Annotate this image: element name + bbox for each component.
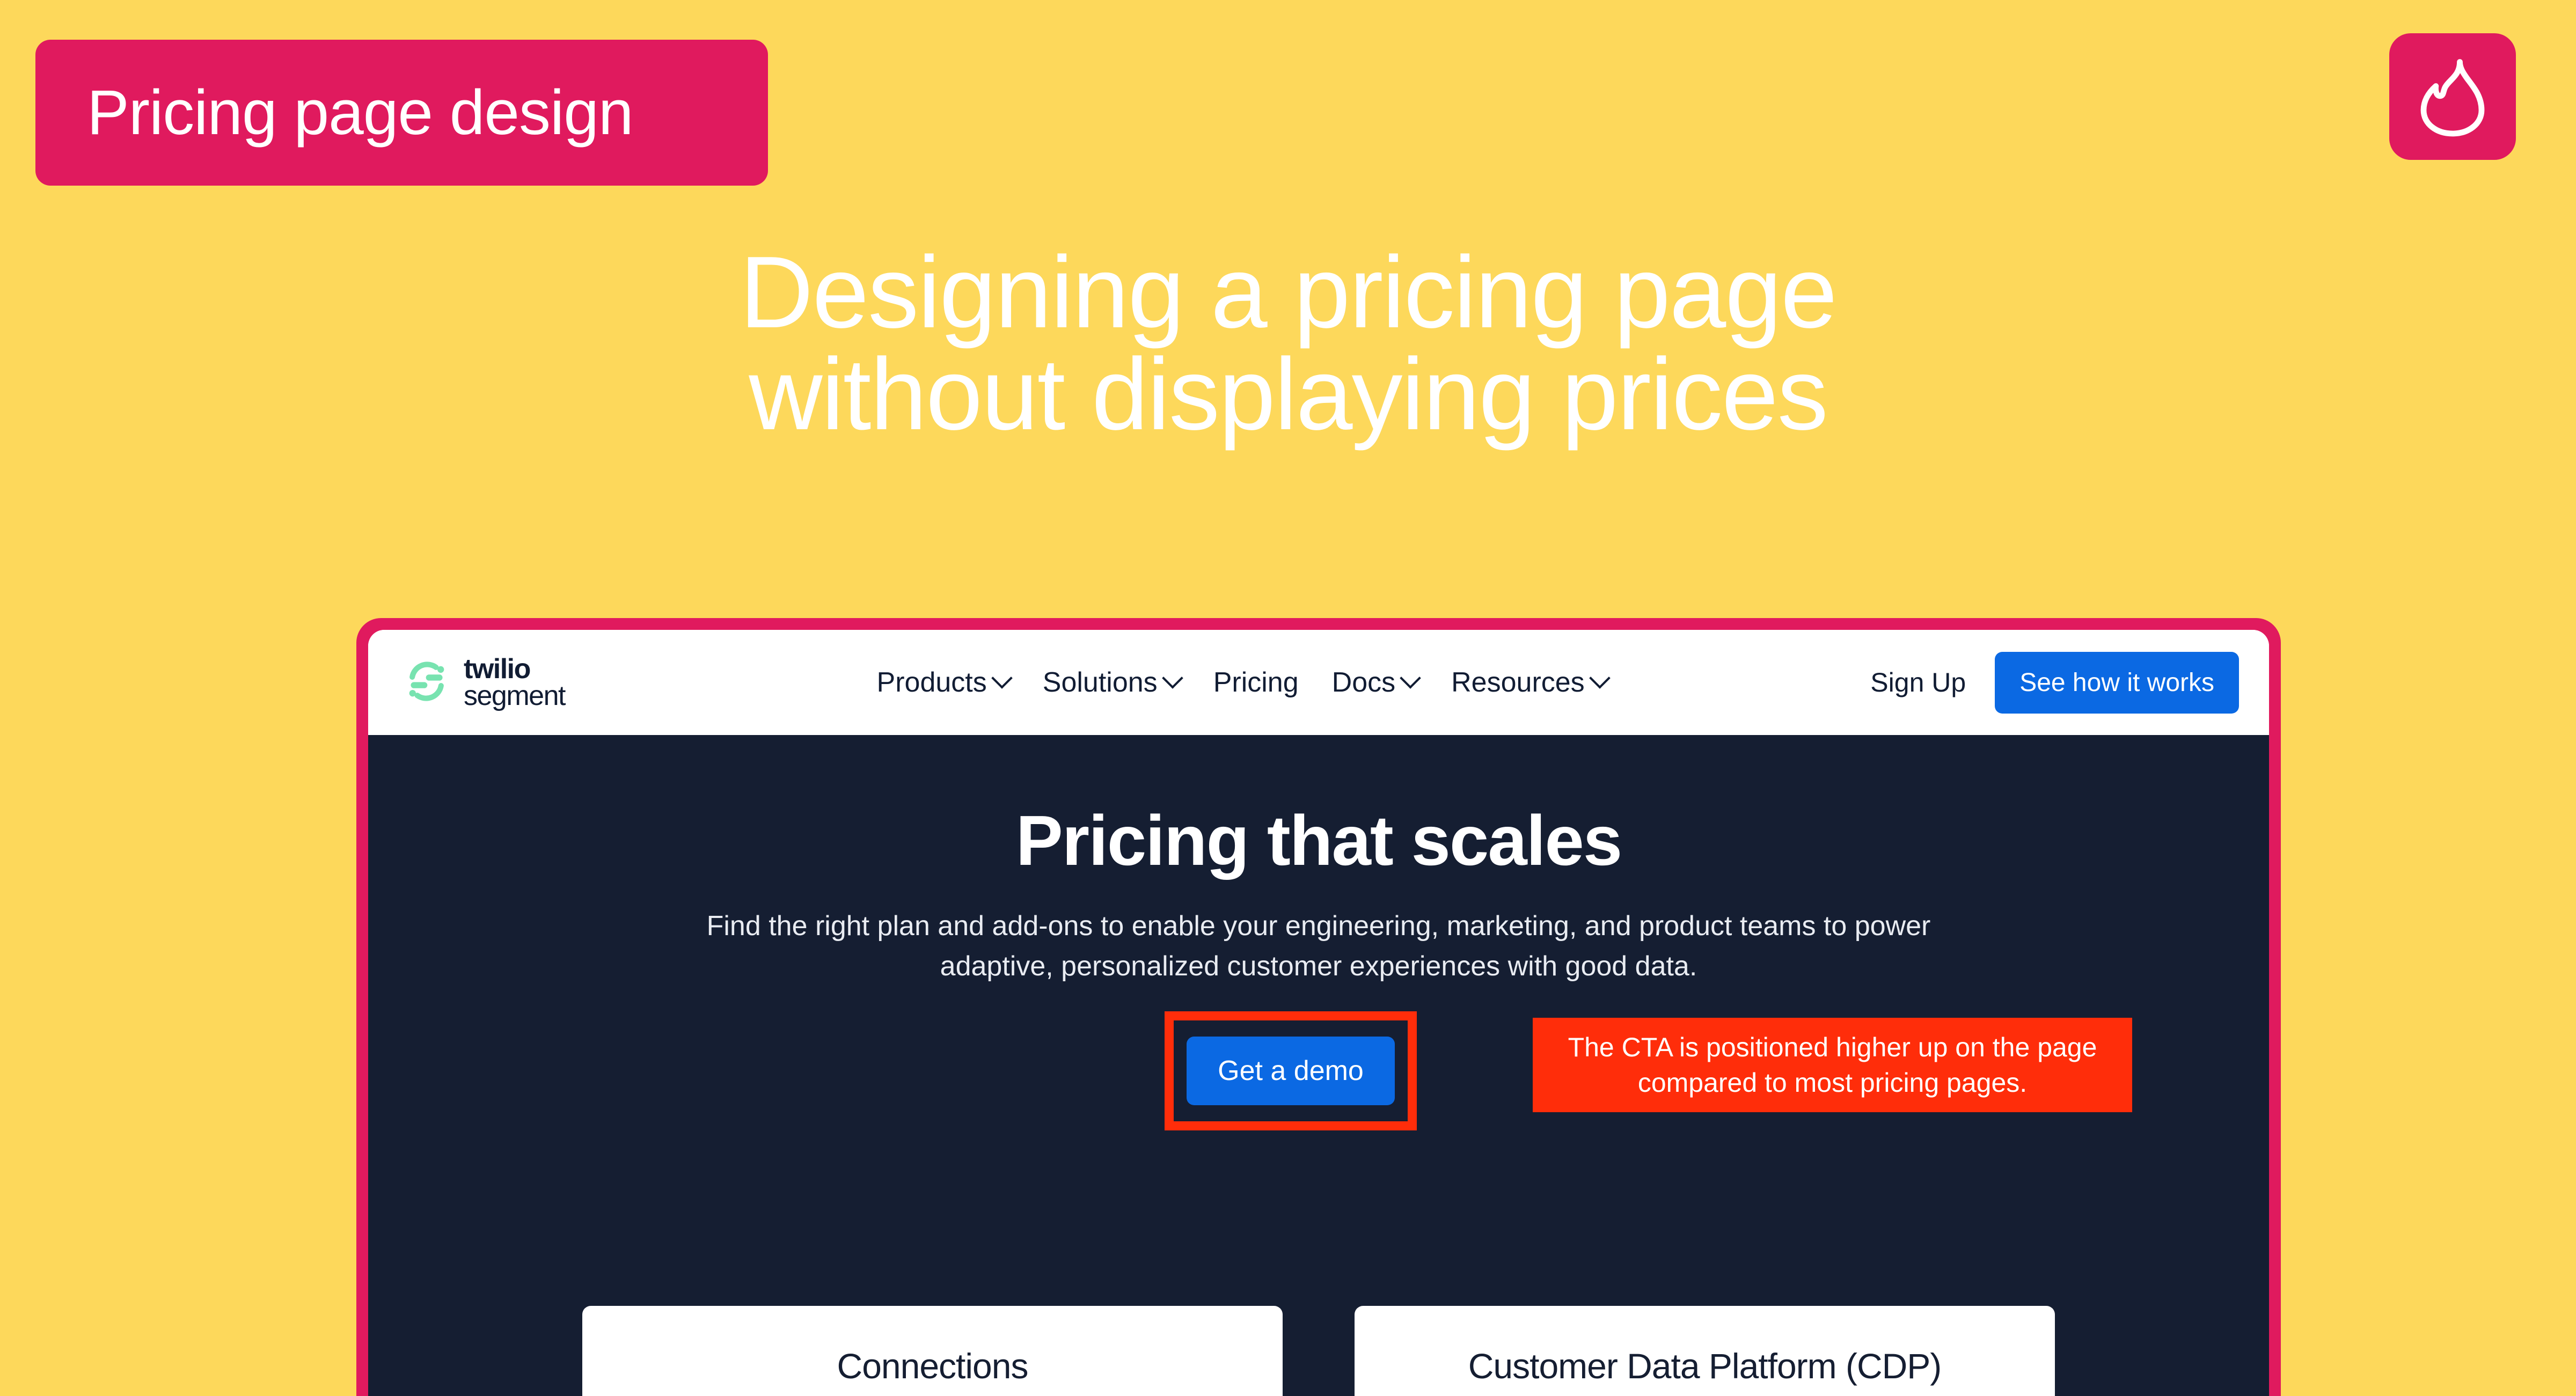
hero-subtitle-line-1: Find the right plan and add-ons to enabl… [706, 910, 1931, 942]
brand-logo[interactable] [2389, 33, 2516, 160]
cta-highlight-box: Get a demo [1165, 1011, 1417, 1131]
wordmark-segment: segment [464, 680, 566, 711]
nav-item-pricing-label: Pricing [1213, 667, 1299, 698]
sign-up-link[interactable]: Sign Up [1870, 667, 1966, 698]
nav-item-docs[interactable]: Docs [1331, 666, 1421, 699]
cta-annotation-callout: The CTA is positioned higher up on the p… [1533, 1018, 2132, 1113]
chevron-down-icon [991, 667, 1013, 689]
nav-item-resources[interactable]: Resources [1451, 666, 1611, 699]
plan-card-title: Connections [837, 1346, 1029, 1386]
nav-item-products-label: Products [876, 667, 987, 698]
wordmark-twilio: twilio [464, 653, 531, 685]
plan-card-connections[interactable]: Connections [582, 1306, 1283, 1396]
hero-title: Pricing that scales [1015, 801, 1622, 880]
topic-badge-label: Pricing page design [87, 77, 633, 148]
cta-annotation-line-1: The CTA is positioned higher up on the p… [1568, 1032, 2097, 1063]
site-navbar: twilio segment Products Solutions Pricin… [368, 630, 2269, 735]
nav-item-solutions[interactable]: Solutions [1042, 666, 1183, 699]
see-how-it-works-button[interactable]: See how it works [1995, 651, 2239, 714]
nav-actions: Sign Up See how it works [1870, 651, 2239, 714]
hero-subtitle: Find the right plan and add-ons to enabl… [701, 906, 1936, 987]
pricing-hero-section: Pricing that scales Find the right plan … [368, 735, 2269, 1396]
plan-card-cdp[interactable]: Customer Data Platform (CDP) [1355, 1306, 2055, 1396]
segment-wordmark: twilio segment [464, 653, 566, 711]
nav-item-products[interactable]: Products [876, 666, 1013, 699]
plan-cards: Connections Customer Data Platform (CDP) [368, 1306, 2269, 1396]
nav-item-pricing[interactable]: Pricing [1213, 666, 1299, 699]
headline-line-2: without displaying prices [749, 337, 1828, 451]
browser-mock-frame: twilio segment Products Solutions Pricin… [356, 618, 2281, 1396]
cta-row: Get a demo The CTA is positioned higher … [368, 1008, 2269, 1132]
chevron-down-icon [1589, 667, 1611, 689]
plan-card-title: Customer Data Platform (CDP) [1468, 1346, 1942, 1386]
topic-badge: Pricing page design [35, 40, 768, 186]
hero-subtitle-line-2: adaptive, personalized customer experien… [940, 950, 1697, 982]
flame-icon [2419, 56, 2486, 137]
nav-item-solutions-label: Solutions [1042, 667, 1158, 698]
nav-item-resources-label: Resources [1451, 667, 1585, 698]
headline-line-1: Designing a pricing page [740, 236, 1837, 349]
nav-item-docs-label: Docs [1331, 667, 1396, 698]
segment-logo-mark-icon [404, 658, 450, 707]
nav-links: Products Solutions Pricing Docs Resource… [613, 666, 1870, 699]
browser-viewport: twilio segment Products Solutions Pricin… [368, 630, 2269, 1396]
get-a-demo-button[interactable]: Get a demo [1187, 1037, 1395, 1106]
chevron-down-icon [1161, 667, 1183, 689]
page-headline: Designing a pricing page without display… [0, 241, 2576, 445]
segment-logo[interactable]: twilio segment [404, 653, 566, 711]
cta-annotation-line-2: compared to most pricing pages. [1637, 1068, 2028, 1098]
chevron-down-icon [1400, 667, 1421, 689]
